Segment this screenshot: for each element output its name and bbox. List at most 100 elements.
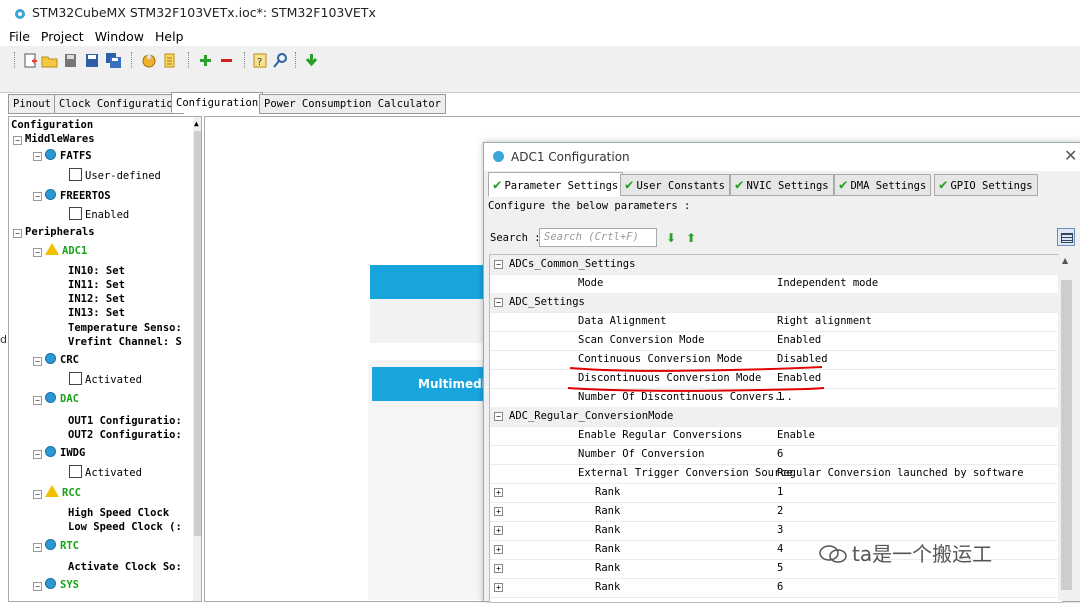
dac-child[interactable]: OUT2 Configuratio:: [68, 428, 182, 442]
collapse-icon[interactable]: −: [494, 260, 503, 269]
tab-gpio-settings[interactable]: ✔ GPIO Settings: [934, 174, 1038, 196]
collapse-icon[interactable]: −: [33, 396, 42, 405]
tree-scrollbar[interactable]: ▲: [193, 117, 201, 601]
adc1-child[interactable]: Vrefint Channel: S: [68, 335, 182, 349]
group-row[interactable]: − ADC_Settings: [490, 293, 1062, 313]
expand-icon[interactable]: +: [494, 564, 503, 573]
adc1-child[interactable]: IN10: Set: [68, 264, 125, 278]
tree-item-adc1[interactable]: ADC1: [45, 243, 87, 258]
collapse-icon[interactable]: −: [33, 192, 42, 201]
freertos-enabled[interactable]: Enabled: [69, 207, 129, 222]
tab-dma-settings[interactable]: ✔ DMA Settings: [834, 174, 932, 196]
rcc-child[interactable]: High Speed Clock: [68, 506, 169, 520]
save-all-icon[interactable]: [105, 52, 122, 69]
collapse-icon[interactable]: −: [494, 412, 503, 421]
collapse-icon[interactable]: −: [33, 357, 42, 366]
expand-icon[interactable]: +: [494, 526, 503, 535]
generate-code-icon[interactable]: [162, 52, 179, 69]
param-row[interactable]: Data Alignment Right alignment: [490, 312, 1062, 332]
expand-icon[interactable]: +: [494, 507, 503, 516]
open-folder-icon[interactable]: [41, 52, 58, 69]
menu-window[interactable]: Window: [87, 28, 147, 45]
rank-row[interactable]: + Rank 2: [490, 502, 1062, 522]
search-previous-icon[interactable]: ⬆: [686, 231, 696, 245]
tab-user-constants[interactable]: ✔ User Constants: [620, 174, 730, 196]
collapse-icon[interactable]: −: [33, 152, 42, 161]
expand-icon[interactable]: +: [494, 545, 503, 554]
tab-pinout[interactable]: Pinout: [8, 94, 56, 114]
tree-item-crc[interactable]: CRC: [45, 353, 79, 367]
param-row[interactable]: Mode Independent mode: [490, 274, 1062, 294]
parameter-scrollbar[interactable]: ▲: [1058, 254, 1074, 601]
tab-parameter-settings[interactable]: ✔ Parameter Settings: [488, 172, 624, 197]
param-row[interactable]: Number Of Conversion 6: [490, 445, 1062, 465]
tree-peripherals[interactable]: Peripherals: [25, 225, 95, 239]
checkbox-icon[interactable]: [69, 168, 82, 181]
collapse-icon[interactable]: −: [33, 582, 42, 591]
tree-item-freertos[interactable]: FREERTOS: [45, 189, 111, 203]
group-row[interactable]: − ADCs_Common_Settings: [490, 255, 1062, 275]
rtc-child[interactable]: Activate Clock So:: [68, 560, 182, 574]
search-input[interactable]: Search (Crtl+F): [539, 228, 657, 247]
checkbox-icon[interactable]: [69, 207, 82, 220]
menu-project[interactable]: Project: [33, 28, 87, 45]
new-project-icon[interactable]: [22, 52, 39, 69]
rcc-child[interactable]: Low Speed Clock (:: [68, 520, 182, 534]
tree-item-fatfs[interactable]: FATFS: [45, 149, 92, 163]
collapse-icon[interactable]: −: [33, 450, 42, 459]
checkbox-icon[interactable]: [69, 465, 82, 478]
fatfs-user-defined[interactable]: User-defined: [69, 168, 161, 183]
help-icon[interactable]: ?: [252, 52, 269, 69]
add-icon[interactable]: [197, 52, 214, 69]
collapse-icon[interactable]: −: [13, 229, 22, 238]
collapse-icon[interactable]: −: [494, 298, 503, 307]
param-row[interactable]: Scan Conversion Mode Enabled: [490, 331, 1062, 351]
adc1-child[interactable]: IN11: Set: [68, 278, 125, 292]
group-row[interactable]: − ADC_Regular_ConversionMode: [490, 407, 1062, 427]
collapse-icon[interactable]: −: [33, 543, 42, 552]
tab-clock-configuration[interactable]: Clock Configuration: [54, 94, 185, 114]
configuration-tree[interactable]: Configuration − MiddleWares − FATFS User…: [8, 116, 202, 602]
tree-item-sys[interactable]: SYS: [45, 578, 79, 592]
multimedia-header[interactable]: Multimedi: [372, 367, 490, 401]
tree-middlewares[interactable]: MiddleWares: [25, 132, 95, 146]
dac-child[interactable]: OUT1 Configuratio:: [68, 414, 182, 428]
tree-item-rcc[interactable]: RCC: [45, 485, 81, 500]
rank-row[interactable]: + Rank 1: [490, 483, 1062, 503]
adc1-child[interactable]: IN13: Set: [68, 306, 125, 320]
scroll-thumb[interactable]: [1061, 280, 1072, 590]
scroll-up-icon[interactable]: ▲: [194, 119, 199, 128]
remove-icon[interactable]: [218, 52, 235, 69]
expand-icon[interactable]: +: [494, 488, 503, 497]
menu-help[interactable]: Help: [147, 28, 187, 45]
tree-item-rtc[interactable]: RTC: [45, 539, 79, 553]
crc-activated[interactable]: Activated: [69, 372, 142, 387]
close-icon[interactable]: ✕: [1064, 146, 1077, 165]
search-next-icon[interactable]: ⬇: [666, 231, 676, 245]
tab-power-consumption-calculator[interactable]: Power Consumption Calculator: [259, 94, 447, 114]
collapse-icon[interactable]: −: [33, 490, 42, 499]
iwdg-activated[interactable]: Activated: [69, 465, 142, 480]
generate-report-icon[interactable]: [141, 52, 158, 69]
param-row[interactable]: External Trigger Conversion Source Regula…: [490, 464, 1062, 484]
collapse-icon[interactable]: −: [13, 136, 22, 145]
scroll-up-icon[interactable]: ▲: [1062, 256, 1068, 265]
tab-configuration[interactable]: Configuration: [171, 92, 264, 113]
scroll-thumb[interactable]: [194, 131, 201, 536]
tree-item-iwdg[interactable]: IWDG: [45, 446, 85, 460]
save-icon[interactable]: [62, 52, 79, 69]
tab-nvic-settings[interactable]: ✔ NVIC Settings: [730, 174, 834, 196]
download-icon[interactable]: [303, 52, 320, 69]
rank-row[interactable]: + Rank 6: [490, 578, 1062, 598]
adc1-child[interactable]: Temperature Senso:: [68, 321, 182, 335]
menu-file[interactable]: File: [0, 28, 33, 45]
save-as-icon[interactable]: [84, 52, 101, 69]
adc1-child[interactable]: IN12: Set: [68, 292, 125, 306]
tree-item-dac[interactable]: DAC: [45, 392, 79, 406]
expand-icon[interactable]: +: [494, 583, 503, 592]
search-icon[interactable]: [272, 52, 289, 69]
collapse-icon[interactable]: −: [33, 248, 42, 257]
view-toggle-button[interactable]: [1057, 228, 1075, 246]
checkbox-icon[interactable]: [69, 372, 82, 385]
param-row[interactable]: Enable Regular Conversions Enable: [490, 426, 1062, 446]
